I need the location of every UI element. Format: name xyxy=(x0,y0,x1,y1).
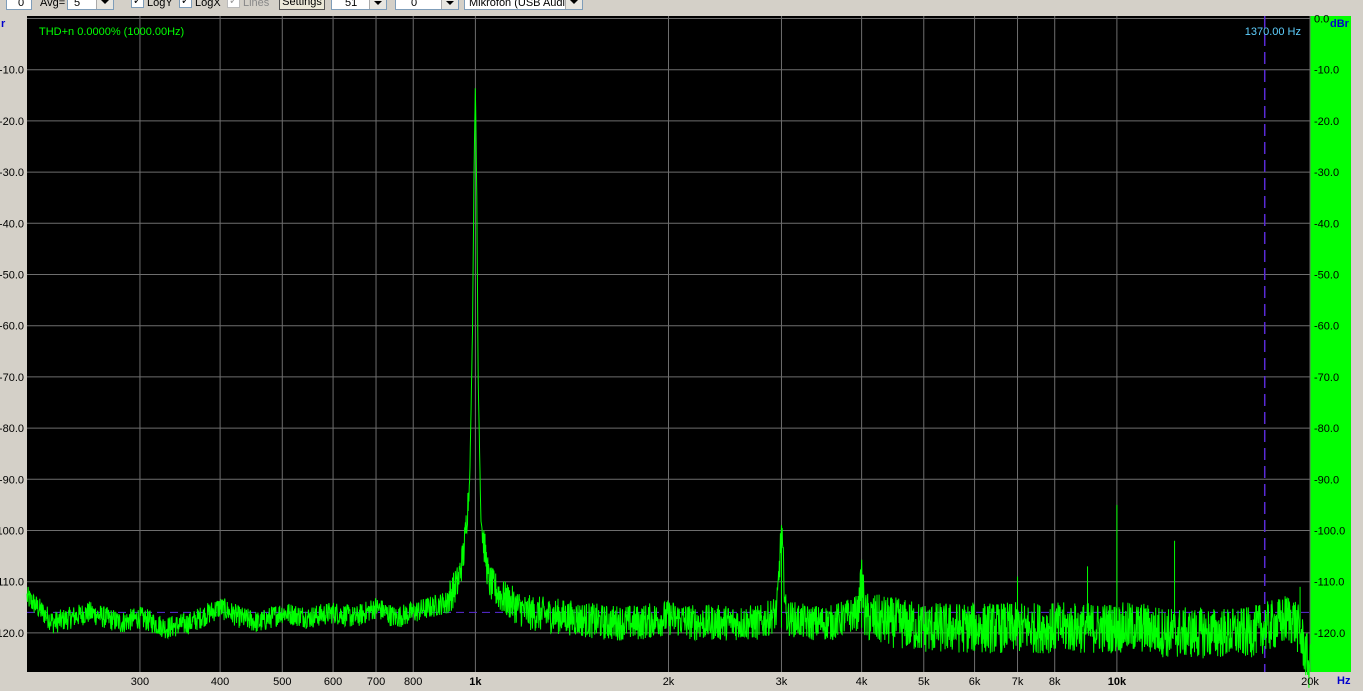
x-tick-label: 3k xyxy=(776,676,788,688)
x-tick-label: 6k xyxy=(969,676,981,688)
y-tick-label-right: 0.0 xyxy=(1314,14,1329,26)
y-tick-label-left: -50.0 xyxy=(0,270,24,282)
axis-labels: 0.0 -10.0 -10.0 -20.0 -20.0 -30.0 -30.0 -40.0 -4… xyxy=(0,14,1345,689)
x-tick-label: 300 xyxy=(131,676,149,688)
x-tick-label: 10k xyxy=(1108,676,1127,688)
y-tick-label-left: -90.0 xyxy=(0,474,24,486)
spectrum-chart[interactable]: 0.0 -10.0 -10.0 -20.0 -20.0 -30.0 -30.0 -40.0 -4… xyxy=(0,0,1363,691)
x-tick-label: 20k xyxy=(1301,676,1319,688)
x-tick-label: 4k xyxy=(856,676,868,688)
y-tick-label-left: -20.0 xyxy=(0,116,24,128)
y-tick-label-right: -90.0 xyxy=(1314,474,1339,486)
y-tick-label-right: -50.0 xyxy=(1314,270,1339,282)
x-tick-label: 5k xyxy=(918,676,930,688)
y-tick-label-right: -80.0 xyxy=(1314,423,1339,435)
y-tick-label-right: -30.0 xyxy=(1314,167,1339,179)
y-tick-label-left: -60.0 xyxy=(0,321,24,333)
y-tick-label-right: -110.0 xyxy=(1314,577,1344,589)
x-tick-label: 8k xyxy=(1049,676,1061,688)
right-unit-label: dBr xyxy=(1330,18,1350,30)
x-tick-label: 1k xyxy=(469,676,482,688)
thd-readout: THD+n 0.0000% (1000.00Hz) xyxy=(39,26,184,38)
x-tick-label: 2k xyxy=(663,676,675,688)
x-tick-label: 400 xyxy=(211,676,229,688)
y-tick-label-right: -120.0 xyxy=(1314,628,1345,640)
y-tick-label-left: -10.0 xyxy=(0,65,24,77)
y-tick-label-left: -30.0 xyxy=(0,167,24,179)
x-tick-label: 700 xyxy=(367,676,385,688)
y-tick-label-left: -120.0 xyxy=(0,628,24,640)
y-tick-label-left: -80.0 xyxy=(0,423,24,435)
x-tick-label: 500 xyxy=(273,676,291,688)
y-tick-label-right: -70.0 xyxy=(1314,372,1339,384)
y-tick-label-right: -40.0 xyxy=(1314,218,1339,230)
y-tick-label-left: -70.0 xyxy=(0,372,24,384)
y-tick-label-right: -100.0 xyxy=(1314,526,1345,538)
y-tick-label-left: -100.0 xyxy=(0,526,24,538)
y-tick-label-right: -60.0 xyxy=(1314,321,1339,333)
x-unit-label: Hz xyxy=(1337,675,1351,687)
y-tick-label-right: -10.0 xyxy=(1314,65,1339,77)
left-unit-label: r xyxy=(1,18,6,30)
y-tick-label-right: -20.0 xyxy=(1314,116,1339,128)
y-tick-label-left: -40.0 xyxy=(0,218,24,230)
x-tick-label: 600 xyxy=(324,676,342,688)
cursor-readout: 1370.00 Hz xyxy=(1245,26,1301,38)
x-tick-label: 7k xyxy=(1012,676,1024,688)
grid xyxy=(27,16,1311,672)
y-tick-label-left: -110.0 xyxy=(0,577,24,589)
x-tick-label: 800 xyxy=(404,676,422,688)
